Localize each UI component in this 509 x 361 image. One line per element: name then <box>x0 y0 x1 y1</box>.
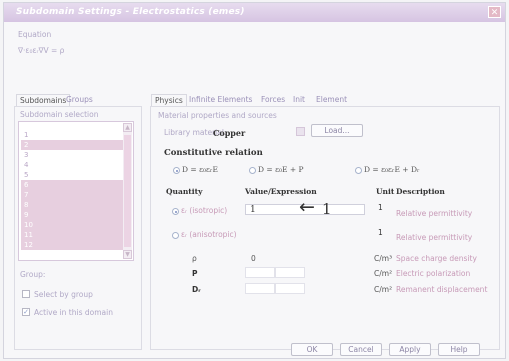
quantity-rho: ρ <box>192 254 197 263</box>
unit-rho: C/m³ <box>374 254 393 263</box>
list-scrollbar[interactable]: ▲ ▼ <box>123 123 132 259</box>
library-material-dropdown-icon[interactable] <box>296 127 305 136</box>
equation-label: Equation <box>18 30 52 39</box>
scroll-down-icon[interactable]: ▼ <box>123 250 132 259</box>
unit-p: C/m² <box>374 269 393 278</box>
remanent-field-y[interactable] <box>275 283 305 294</box>
radio-isotropic[interactable] <box>172 208 179 215</box>
list-item[interactable]: 5 <box>21 170 123 180</box>
subdomain-selection-label: Subdomain selection <box>20 110 99 119</box>
tab-groups[interactable]: Groups <box>66 94 93 106</box>
polarization-field-x[interactable] <box>245 267 275 278</box>
tab-forces[interactable]: Forces <box>261 94 285 106</box>
help-button[interactable]: Help <box>438 343 480 356</box>
radio-d-remanent[interactable] <box>355 167 362 174</box>
list-item[interactable]: 3 <box>21 150 123 160</box>
active-in-domain-label: Active in this domain <box>34 308 113 317</box>
scroll-thumb[interactable] <box>124 135 131 247</box>
physics-panel <box>150 106 500 350</box>
tab-init[interactable]: Init <box>293 94 305 106</box>
list-item[interactable]: 7 <box>21 190 123 200</box>
constitutive-title: Constitutive relation <box>164 148 263 158</box>
desc-rho: Space charge density <box>396 254 477 263</box>
list-item[interactable]: 12 <box>21 240 123 250</box>
group-label: Group: <box>20 270 46 279</box>
list-item[interactable]: 4 <box>21 160 123 170</box>
quantity-dr: Dᵣ <box>192 285 201 294</box>
material-group-label: Material properties and sources <box>158 111 277 120</box>
unit-dr: C/m² <box>374 285 393 294</box>
select-by-group-checkbox[interactable] <box>22 290 30 298</box>
quantity-isotropic: εᵣ (isotropic) <box>181 206 228 215</box>
isotropic-value: 1 <box>250 205 256 215</box>
dialog-window: Subdomain Settings - Electrostatics (eme… <box>3 2 506 359</box>
radio-d-polarization[interactable] <box>249 167 256 174</box>
select-by-group-label: Select by group <box>34 290 93 299</box>
window-title: Subdomain Settings - Electrostatics (eme… <box>16 7 245 17</box>
load-button[interactable]: Load... <box>311 124 363 137</box>
list-item[interactable]: 1 <box>21 130 123 140</box>
list-item[interactable]: 8 <box>21 200 123 210</box>
header-value: Value/Expression <box>245 187 317 196</box>
polarization-field-y[interactable] <box>275 267 305 278</box>
cancel-button[interactable]: Cancel <box>340 343 382 356</box>
remanent-field-x[interactable] <box>245 283 275 294</box>
radio-anisotropic[interactable] <box>172 232 179 239</box>
equation-text: ∇·ε₀εᵣ∇V = ρ <box>18 46 65 55</box>
rho-value: 0 <box>251 254 256 263</box>
list-item[interactable]: 10 <box>21 220 123 230</box>
active-in-domain-checkbox[interactable]: ✓ <box>22 308 30 316</box>
list-item[interactable]: 9 <box>21 210 123 220</box>
desc-dr: Remanent displacement <box>396 285 488 294</box>
header-unit: Unit <box>376 187 395 196</box>
header-quantity: Quantity <box>166 187 203 196</box>
tab-infinite-elements[interactable]: Infinite Elements <box>189 94 252 106</box>
subdomain-list[interactable]: 1 2 3 4 5 6 7 8 9 10 11 12 ▲ ▼ <box>18 121 134 261</box>
unit-isotropic: 1 <box>378 203 383 212</box>
list-item[interactable]: 11 <box>21 230 123 240</box>
radio-d-polarization-label: D = ε₀E + P <box>258 165 304 174</box>
scroll-up-icon[interactable]: ▲ <box>123 123 132 132</box>
unit-anisotropic: 1 <box>378 228 383 237</box>
desc-isotropic: Relative permittivity <box>396 209 473 218</box>
quantity-anisotropic: εᵣ (anisotropic) <box>181 230 237 239</box>
radio-d-remanent-label: D = ε₀εᵣE + Dᵣ <box>364 165 420 174</box>
quantity-p: P <box>192 269 198 278</box>
list-item[interactable]: 6 <box>21 180 123 190</box>
library-material-value: Copper <box>213 128 246 138</box>
annotation-arrow-icon: ← <box>299 196 315 218</box>
close-icon[interactable]: ✕ <box>488 6 501 18</box>
desc-anisotropic: Relative permittivity <box>396 233 473 242</box>
tab-element[interactable]: Element <box>316 94 347 106</box>
desc-p: Electric polarization <box>396 269 471 278</box>
header-description: Description <box>396 187 445 196</box>
annotation-number: 1 <box>322 200 332 218</box>
radio-d-epsr[interactable] <box>173 167 180 174</box>
apply-button[interactable]: Apply <box>389 343 431 356</box>
radio-d-epsr-label: D = ε₀εᵣE <box>182 165 218 174</box>
list-item[interactable]: 2 <box>21 140 123 150</box>
title-bar[interactable]: Subdomain Settings - Electrostatics (eme… <box>4 3 505 22</box>
ok-button[interactable]: OK <box>291 343 333 356</box>
